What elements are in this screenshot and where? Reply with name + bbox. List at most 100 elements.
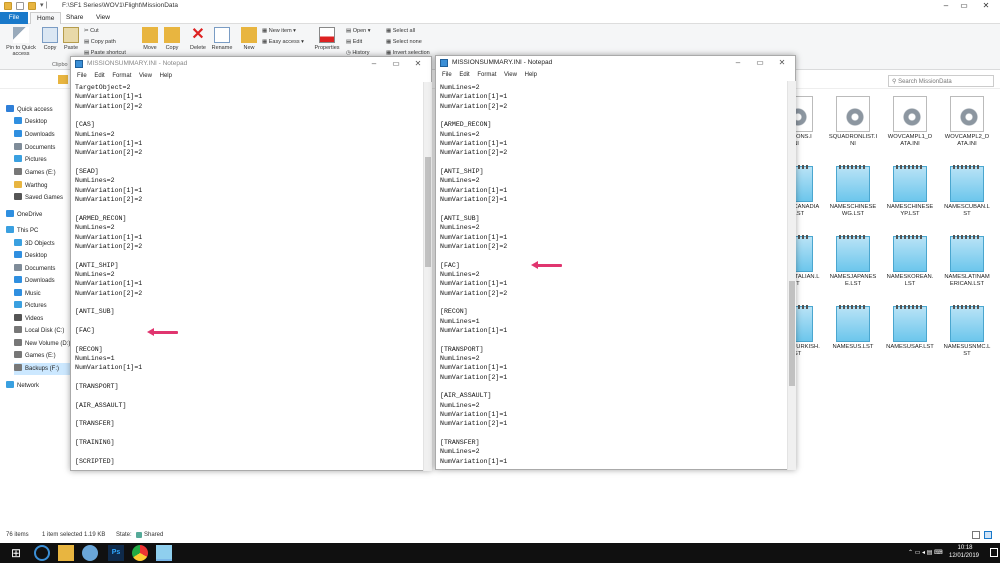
document-icon — [14, 143, 22, 150]
nav-item[interactable]: Games (E:) — [14, 167, 56, 179]
nav-item[interactable]: Pictures — [14, 300, 47, 312]
properties-button[interactable]: Properties — [312, 27, 342, 51]
scrollbar-thumb[interactable] — [789, 281, 795, 386]
nav-item[interactable]: New Volume (D:) — [14, 338, 70, 350]
copy-icon — [42, 27, 58, 43]
tab-file[interactable]: File — [0, 12, 28, 24]
select-all-button[interactable]: ▦ Select all — [386, 28, 415, 34]
notepad-text-area[interactable]: TargetObject=2 NumVariation[1]=1 NumVari… — [75, 83, 421, 467]
notification-icon[interactable] — [990, 548, 998, 557]
nav-item[interactable]: 3D Objects — [14, 238, 55, 250]
nav-item[interactable]: Music — [14, 288, 41, 300]
vertical-scrollbar[interactable] — [787, 81, 796, 470]
menu-edit[interactable]: Edit — [459, 70, 469, 81]
vertical-scrollbar[interactable] — [423, 82, 432, 471]
nav-item[interactable]: Desktop — [14, 250, 47, 262]
file-explorer-icon[interactable] — [58, 545, 74, 561]
menu-view[interactable]: View — [139, 71, 152, 82]
notepad-text-area[interactable]: NumLines=2 NumVariation[1]=1 NumVariatio… — [440, 83, 786, 467]
move-to-button[interactable]: Move — [140, 27, 160, 51]
nav-item[interactable]: Downloads — [14, 275, 55, 287]
clock-time[interactable]: 10:18 — [950, 545, 980, 551]
edit-button[interactable]: ▤ Edit — [346, 39, 362, 45]
pin-quick-access-button[interactable]: Pin to Quick access — [2, 27, 40, 57]
file-item[interactable]: WOVCAMPL2_D ATA.INI — [941, 96, 993, 148]
nav-item-label: Desktop — [25, 119, 48, 125]
notepad-taskbar-icon[interactable] — [156, 545, 172, 561]
chrome-icon[interactable] — [132, 545, 148, 561]
nav-item[interactable]: This PC — [6, 225, 38, 237]
copy-path-button[interactable]: ▤ Copy path — [84, 39, 116, 45]
nav-item[interactable]: Quick access — [6, 104, 53, 116]
scrollbar-thumb[interactable] — [425, 157, 431, 267]
large-icons-view-icon[interactable] — [984, 531, 992, 539]
nav-item[interactable]: Warthog — [14, 180, 47, 192]
paste-button[interactable]: Paste — [62, 27, 80, 51]
nav-item-label: 3D Objects — [25, 241, 55, 247]
open-button[interactable]: ▤ Open ▾ — [346, 28, 370, 34]
menu-help[interactable]: Help — [160, 71, 172, 82]
windows-start-icon[interactable]: ⊞ — [8, 545, 24, 561]
app-icon[interactable] — [82, 545, 98, 561]
search-input[interactable]: ⚲ Search MissionData — [888, 75, 994, 87]
nav-item[interactable]: Downloads — [14, 129, 55, 141]
clock-date[interactable]: 12/01/2019 — [944, 553, 984, 559]
file-item[interactable]: NAMESJAPANES E.LST — [827, 235, 879, 288]
customize-quick-access-icon[interactable]: ▾ | — [40, 1, 47, 9]
file-item[interactable]: NAMESCUBAN.L ST — [941, 165, 993, 218]
menu-file[interactable]: File — [442, 70, 452, 81]
menu-edit[interactable]: Edit — [94, 71, 104, 82]
paste-icon — [63, 27, 79, 43]
new-folder-icon[interactable] — [28, 2, 36, 10]
easy-access-button[interactable]: ▦ Easy access ▾ — [262, 39, 304, 45]
file-item[interactable]: SQUADRONLIST.I NI — [827, 96, 879, 148]
file-item[interactable]: NAMESCHINESE WG.LST — [827, 165, 879, 218]
notepad-close-button[interactable]: ✕ — [401, 57, 435, 71]
nav-item-label: Network — [17, 383, 40, 389]
new-item-button[interactable]: ▦ New item ▾ — [262, 28, 296, 34]
nav-item[interactable]: Desktop — [14, 116, 47, 128]
status-bar: 76 items 1 item selected 1.19 KB State: … — [0, 530, 1000, 542]
menu-view[interactable]: View — [504, 70, 517, 81]
close-button[interactable]: ✕ — [968, 0, 1000, 12]
details-view-icon[interactable] — [972, 531, 980, 539]
rename-button[interactable]: Rename — [210, 27, 234, 51]
menu-format[interactable]: Format — [112, 71, 131, 82]
file-item[interactable]: NAMESKOREAN. LST — [884, 235, 936, 288]
tab-home[interactable]: Home — [30, 12, 62, 24]
menu-format[interactable]: Format — [477, 70, 496, 81]
file-item[interactable]: NAMESUSAF.LST — [884, 305, 936, 351]
tab-view[interactable]: View — [90, 12, 116, 24]
delete-button[interactable]: ✕ Delete — [186, 27, 210, 52]
nav-item[interactable]: Backups (F:) — [14, 363, 76, 375]
file-item[interactable]: NAMESCHINESE YP.LST — [884, 165, 936, 218]
picture-icon — [14, 155, 22, 162]
edge-icon[interactable] — [34, 545, 50, 561]
nav-item-label: This PC — [17, 228, 39, 234]
file-item[interactable]: NAMESLATINAM ERICAN.LST — [941, 235, 993, 288]
nav-item[interactable]: Videos — [14, 313, 43, 325]
file-item[interactable]: NAMESUS.LST — [827, 305, 879, 351]
menu-help[interactable]: Help — [525, 70, 537, 81]
tray-icons[interactable]: ⌃ ▭ ◂ ▤ ⌨ — [908, 549, 943, 556]
nav-item[interactable]: Network — [6, 380, 39, 392]
new-folder-button[interactable]: New — [238, 27, 260, 51]
select-none-button[interactable]: ▦ Select none — [386, 39, 422, 45]
menu-file[interactable]: File — [77, 71, 87, 82]
nav-item[interactable]: Local Disk (C:) — [14, 325, 64, 337]
copy-to-button[interactable]: Copy — [162, 27, 182, 51]
file-item[interactable]: WOVCAMPL1_D ATA.INI — [884, 96, 936, 148]
photoshop-icon[interactable]: Ps — [108, 545, 124, 561]
file-item[interactable]: NAMESUSNMC.L ST — [941, 305, 993, 358]
nav-item[interactable]: Games (E:) — [14, 350, 56, 362]
tab-share[interactable]: Share — [60, 12, 89, 24]
properties-icon[interactable] — [16, 2, 24, 10]
notepad-close-button[interactable]: ✕ — [765, 56, 799, 70]
nav-item[interactable]: Saved Games — [14, 192, 63, 204]
nav-item[interactable]: Pictures — [14, 154, 47, 166]
nav-item[interactable]: Documents — [14, 263, 55, 275]
nav-item[interactable]: Documents — [14, 142, 55, 154]
nav-item[interactable]: OneDrive — [6, 209, 42, 221]
cut-button[interactable]: ✂ Cut — [84, 28, 99, 34]
copy-button[interactable]: Copy — [40, 27, 60, 51]
